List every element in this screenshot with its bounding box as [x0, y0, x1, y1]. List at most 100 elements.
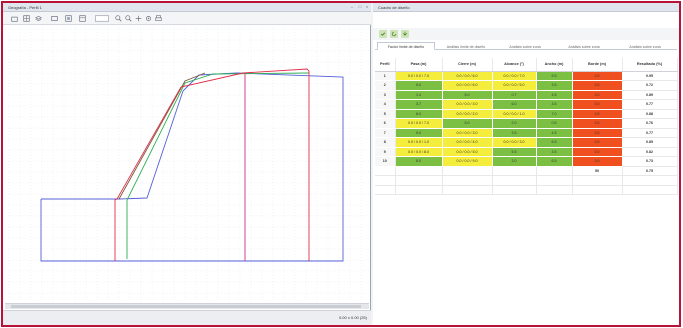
table-cell[interactable]: 3.0: [572, 109, 623, 119]
profile-line-1[interactable]: [40, 72, 344, 262]
table-cell[interactable]: 0.7: [492, 90, 537, 100]
table-cell[interactable]: 0.5: [536, 118, 573, 129]
tab-analisis-limite[interactable]: Análisis límite de diseño: [437, 42, 495, 50]
table-row[interactable]: 4 3.7 0.0 / 0.0 / 3.0 6.0 3.5 3.0 0.77: [375, 99, 678, 110]
table-row[interactable]: 3 1.4 5.0 0.7 4.5 3.0 0.89: [375, 90, 678, 100]
table-cell[interactable]: 3.0: [572, 156, 623, 167]
header-cierre[interactable]: Cierre (m): [442, 58, 493, 72]
profile-canvas[interactable]: [5, 26, 369, 302]
table-cell[interactable]: 5.0: [442, 90, 493, 100]
tab-analisis-zona-3[interactable]: Análisis sobre zona: [615, 42, 675, 50]
table-cell[interactable]: 8.0: [395, 156, 443, 167]
header-pasa[interactable]: Pasa (m): [395, 58, 443, 72]
table-cell[interactable]: 5.0: [442, 118, 493, 129]
table-cell[interactable]: 4.5: [536, 90, 573, 100]
profile-line-2[interactable]: [118, 72, 206, 200]
horizontal-scrollbar[interactable]: [5, 303, 369, 309]
table-cell[interactable]: 5.5: [492, 147, 537, 157]
table-cell[interactable]: 3.5: [536, 147, 573, 157]
profile-drawing[interactable]: [5, 26, 369, 302]
table-cell[interactable]: 9.0: [395, 128, 443, 138]
table-cell[interactable]: 0.0 / 0.0 / 5.0: [492, 80, 537, 91]
table-cell[interactable]: 5.0: [395, 80, 443, 91]
export-icon[interactable]: [401, 30, 409, 38]
table-cell[interactable]: 0.72: [622, 80, 678, 91]
table-cell[interactable]: 4.5: [536, 128, 573, 138]
table-cell[interactable]: 3.0: [572, 137, 623, 148]
table-cell[interactable]: 0.0 / 0.0 / 1.0: [395, 137, 443, 148]
table-cell[interactable]: 2.0: [492, 118, 537, 129]
table-row[interactable]: 2 5.0 0.0 / 0.0 / 6.0 0.0 / 0.0 / 5.0 3.5 3.0…: [375, 80, 678, 91]
table-cell[interactable]: 3.0: [572, 71, 623, 81]
table-cell[interactable]: 0.0 / 0.0 / 6.0: [442, 80, 493, 91]
table-cell[interactable]: 0.0 / 0.0 / 5.0: [442, 147, 493, 157]
table-cell[interactable]: 0.0 / 0.0 / 7.0: [395, 71, 443, 81]
table-row[interactable]: 1 0.0 / 0.0 / 7.0 0.0 / 0.0 / 6.0 0.0 / 0.0…: [375, 71, 678, 81]
table-cell[interactable]: 0.0 / 0.0 / 4.0: [442, 137, 493, 148]
header-perfil[interactable]: Perfil: [375, 58, 396, 72]
table-row[interactable]: 6 0.0 / 0.0 / 7.0 5.0 2.0 0.5 3.0 0.76: [375, 118, 678, 129]
table-cell[interactable]: 0.0 / 0.0 / 2.0: [442, 109, 493, 119]
table-row[interactable]: 8 0.0 / 0.0 / 1.0 0.0 / 0.0 / 4.0 0.0 / 0.0…: [375, 137, 678, 148]
grid-icon[interactable]: [23, 15, 30, 22]
minimize-icon[interactable]: –: [349, 4, 355, 10]
table-row[interactable]: 10 8.0 0.0 / 0.0 / 9.0 3.0 6.5 3.0 0.73: [375, 156, 678, 167]
layers-icon[interactable]: [35, 15, 42, 22]
table-cell[interactable]: 0.0 / 0.0 / 8.0: [395, 147, 443, 157]
table-cell[interactable]: 6.5: [536, 137, 573, 148]
table-cell[interactable]: 0.0 / 0.0 / 3.0: [492, 137, 537, 148]
table-cell[interactable]: 0.82: [622, 147, 678, 157]
header-borde[interactable]: Borde (m): [572, 58, 623, 72]
scrollbar-thumb[interactable]: [11, 305, 361, 308]
scale-selector[interactable]: [95, 15, 109, 22]
table-cell[interactable]: 8.0: [395, 109, 443, 119]
table-cell[interactable]: 0.89: [622, 90, 678, 100]
refresh-icon[interactable]: [390, 30, 398, 38]
table-row[interactable]: 7 9.0 0.0 / 0.0 / 3.0 3.5 4.5 3.0 0.77: [375, 128, 678, 138]
maximize-icon[interactable]: □: [357, 4, 363, 10]
table-cell[interactable]: 3.7: [395, 99, 443, 110]
profile-line-3[interactable]: [126, 72, 310, 259]
zoom-extent-icon[interactable]: [65, 15, 72, 22]
table-cell[interactable]: 0.0 / 0.0 / 7.0: [492, 71, 537, 81]
table-cell[interactable]: 0.0 / 0.0 / 3.0: [442, 128, 493, 138]
table-cell[interactable]: 3.0: [572, 118, 623, 129]
close-icon[interactable]: ×: [364, 4, 370, 10]
table-cell[interactable]: 0.0 / 0.0 / 1.0: [492, 109, 537, 119]
zoom-out-icon[interactable]: [125, 15, 132, 22]
table-cell[interactable]: 0.77: [622, 99, 678, 110]
tab-factor-limite[interactable]: Factor límite de diseño: [377, 42, 435, 50]
table-cell[interactable]: 6.5: [536, 156, 573, 167]
table-cell[interactable]: 3.0: [572, 90, 623, 100]
table-cell[interactable]: 3.0: [572, 99, 623, 110]
table-cell[interactable]: 3.0: [572, 128, 623, 138]
table-cell[interactable]: 0.0 / 0.0 / 3.0: [442, 99, 493, 110]
open-icon[interactable]: [11, 15, 18, 22]
table-cell[interactable]: 3.0: [572, 147, 623, 157]
table-cell[interactable]: 0.73: [622, 156, 678, 167]
table-cell[interactable]: 0.0 / 0.0 / 7.0: [395, 118, 443, 129]
print-icon[interactable]: [155, 15, 162, 22]
table-row[interactable]: 5 8.0 0.0 / 0.0 / 2.0 0.0 / 0.0 / 1.0 7.0 3.0…: [375, 109, 678, 119]
table-cell[interactable]: 0.77: [622, 128, 678, 138]
header-ancho[interactable]: Ancho (m): [536, 58, 573, 72]
table-cell[interactable]: 0.95: [622, 71, 678, 81]
table-cell[interactable]: 0.76: [622, 118, 678, 129]
table-cell[interactable]: 0.89: [622, 137, 678, 148]
table-cell[interactable]: 0.0 / 0.0 / 6.0: [442, 71, 493, 81]
table-cell[interactable]: 3.0: [492, 156, 537, 167]
table-cell[interactable]: 0.0 / 0.0 / 9.0: [442, 156, 493, 167]
section-icon[interactable]: [51, 15, 58, 22]
pan-icon[interactable]: [135, 15, 142, 22]
table-cell[interactable]: 9.5: [536, 71, 573, 81]
header-resultado[interactable]: Resultado (%): [622, 58, 678, 72]
table-cell[interactable]: 3.0: [572, 80, 623, 91]
table-cell[interactable]: 0.88: [622, 109, 678, 119]
table-row[interactable]: 9 0.0 / 0.0 / 8.0 0.0 / 0.0 / 5.0 5.5 3.5 3.0…: [375, 147, 678, 157]
table-cell[interactable]: 3.5: [492, 128, 537, 138]
table-cell[interactable]: 3.5: [536, 80, 573, 91]
zoom-in-icon[interactable]: [115, 15, 122, 22]
table-cell[interactable]: 1.4: [395, 90, 443, 100]
table-icon[interactable]: [79, 15, 86, 22]
tab-analisis-zona-1[interactable]: Análisis sobre zona: [497, 42, 553, 50]
